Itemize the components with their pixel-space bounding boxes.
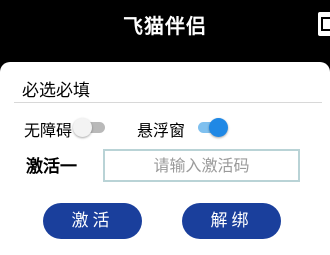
app-title: 飞猫伴侣 <box>123 14 207 38</box>
accessibility-label: 无障碍 <box>24 121 73 140</box>
accessibility-toggle[interactable] <box>73 118 107 137</box>
activate-button[interactable]: 激活 <box>43 203 142 239</box>
toggle-knob <box>209 118 228 137</box>
floating-window-label: 悬浮窗 <box>137 121 186 140</box>
section-title: 必选必填 <box>22 81 90 101</box>
activation-label: 激活一 <box>26 157 77 177</box>
settings-card: 必选必填 无障碍 悬浮窗 激活一 请输入激活码 激活 解绑 <box>0 62 330 255</box>
floating-window-toggle[interactable] <box>194 118 228 137</box>
toggle-knob <box>73 118 92 137</box>
overflow-menu-icon[interactable] <box>318 12 330 36</box>
unbind-button[interactable]: 解绑 <box>182 203 281 239</box>
activation-code-input[interactable]: 请输入激活码 <box>103 149 300 182</box>
section-divider <box>14 102 322 103</box>
